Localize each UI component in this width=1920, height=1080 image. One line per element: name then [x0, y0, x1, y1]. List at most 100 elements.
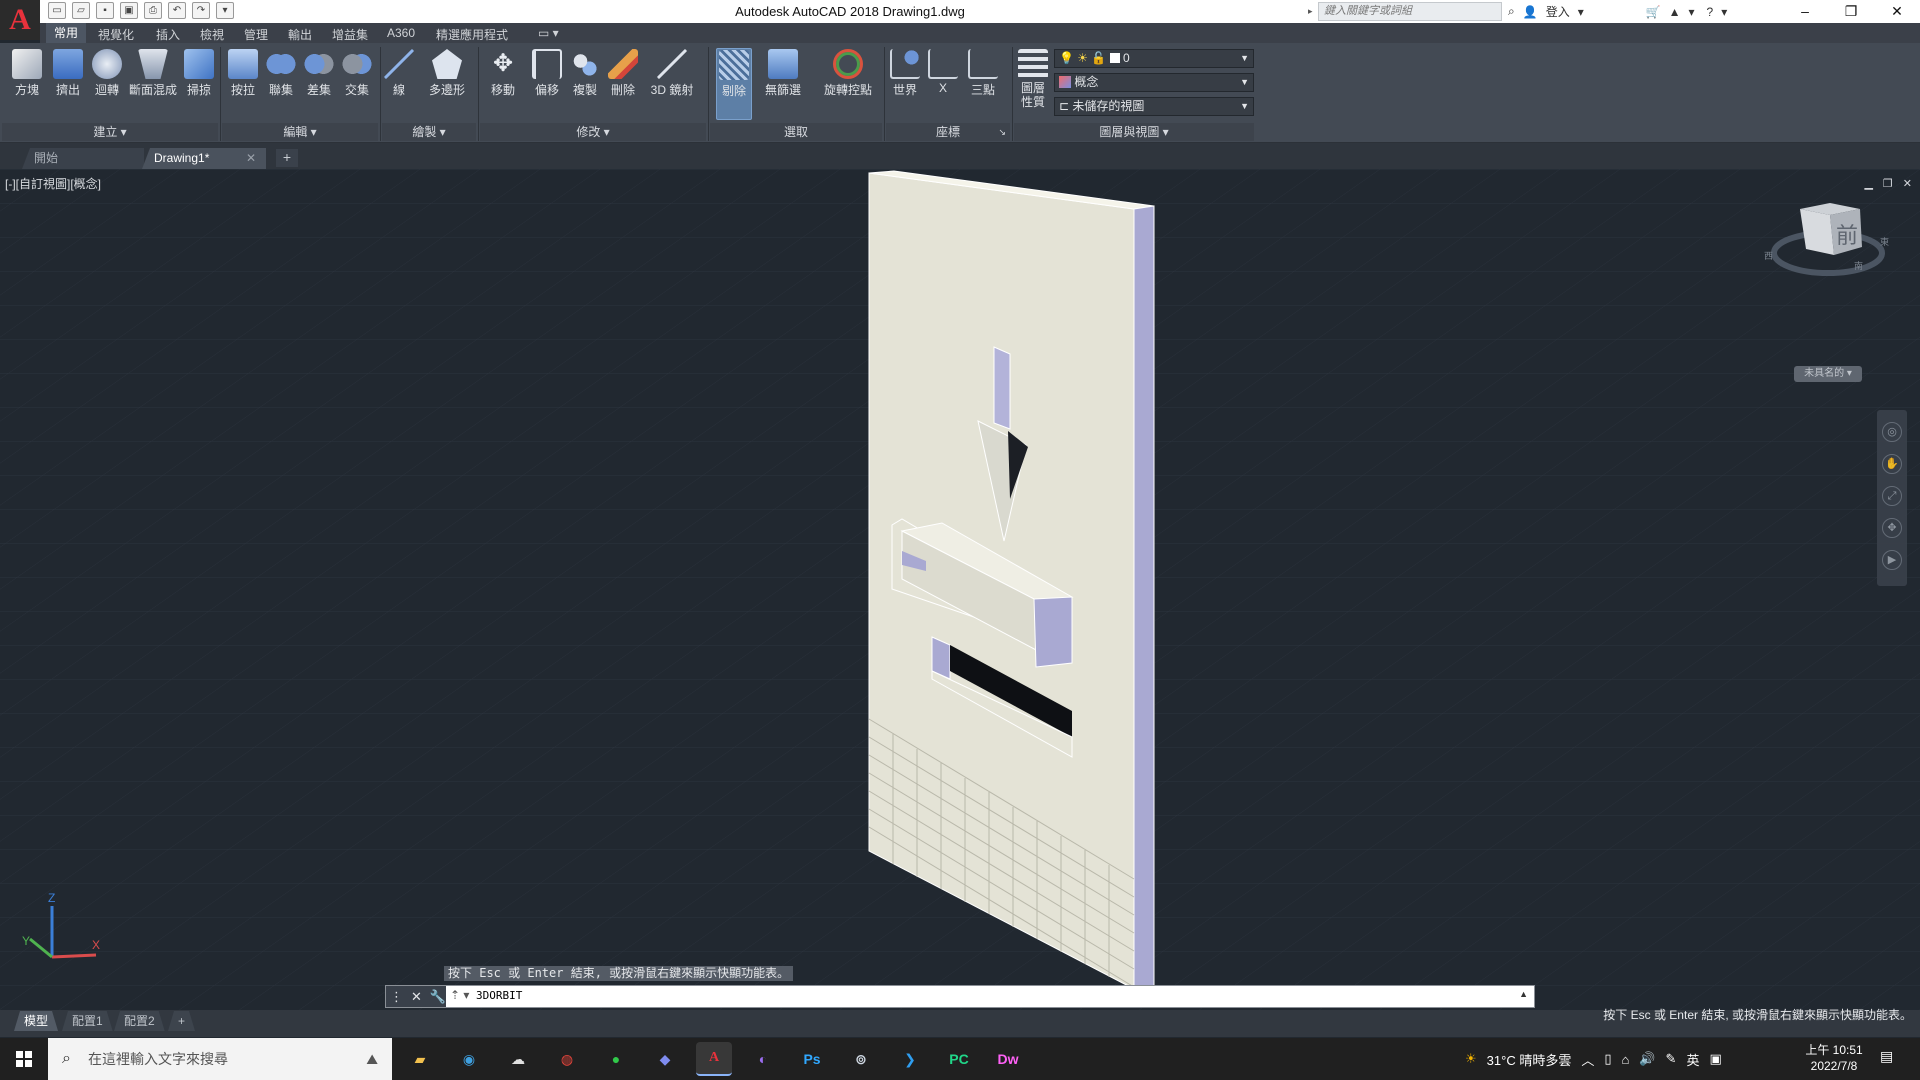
discord-icon[interactable]: ◆ [647, 1042, 683, 1076]
edge-icon[interactable]: ◉ [451, 1042, 487, 1076]
close-tab-icon[interactable]: ✕ [246, 148, 256, 168]
draw-panel-title[interactable]: 繪製 ▾ [382, 123, 476, 141]
layer-properties-button[interactable]: 圖層 性質 [1016, 49, 1050, 109]
tab-a360[interactable]: A360 [387, 26, 415, 40]
tab-home[interactable]: 常用 [46, 23, 87, 43]
tab-view[interactable]: 檢視 [200, 26, 224, 43]
ribbon-minimize-icon[interactable]: ▭ ▾ [538, 26, 559, 40]
help-dropdown-icon[interactable]: ▾ [1721, 5, 1727, 19]
ime-indicator[interactable]: 英 [1686, 1050, 1699, 1069]
signin-label[interactable]: 登入 [1546, 3, 1570, 20]
tab-insert[interactable]: 插入 [156, 26, 180, 43]
close-icon[interactable]: ✕ [1874, 0, 1920, 23]
add-layout-button[interactable]: + [168, 1011, 195, 1031]
tab-start[interactable]: 開始 [22, 148, 144, 169]
loft-button[interactable]: 斷面混成 [128, 49, 178, 98]
cart-icon[interactable]: 🛒 [1646, 5, 1661, 19]
drawing-viewport[interactable]: Z X Y 前 西 南 東 [-][自訂視圖][概念] ▁ ❐ ✕ 未具名的 ▾ [0, 169, 1920, 1015]
presspull-button[interactable]: 按拉 [226, 49, 260, 98]
tab-layout1[interactable]: 配置1 [62, 1011, 113, 1031]
new-tab-button[interactable]: + [276, 149, 298, 167]
no-filter-button[interactable]: 無篩選 [762, 49, 804, 98]
a360-icon[interactable]: ▲ [1669, 5, 1681, 19]
tab-manage[interactable]: 管理 [244, 26, 268, 43]
zoom-icon[interactable]: ⤢ [1882, 486, 1902, 506]
grip-icon[interactable]: ⋮ [390, 986, 403, 1007]
vp-close-icon[interactable]: ✕ [1903, 177, 1912, 190]
pan-icon[interactable]: ✋ [1882, 454, 1902, 474]
edit-panel-title[interactable]: 編輯 ▾ [222, 123, 378, 141]
copy-button[interactable]: 複製 [568, 49, 602, 98]
mirror3d-button[interactable]: 3D 鏡射 [648, 49, 696, 98]
pycharm-icon[interactable]: PC [941, 1042, 977, 1076]
command-input[interactable]: 3DORBIT [476, 989, 522, 1002]
box-button[interactable]: 方塊 [10, 49, 44, 98]
volume-icon[interactable]: 🔊 [1639, 1051, 1655, 1067]
layer-dropdown[interactable]: 💡 ☀ 🔓 0 ▼ [1054, 49, 1254, 68]
union-button[interactable]: 聯集 [264, 49, 298, 98]
autocad-taskbar-icon[interactable]: A [696, 1042, 732, 1076]
tab-visualize[interactable]: 視覺化 [98, 26, 134, 43]
a360-dropdown-icon[interactable]: ▾ [1689, 5, 1699, 19]
customize-wrench-icon[interactable]: 🔧 [430, 986, 446, 1007]
vscode-icon[interactable]: ❯ [892, 1042, 928, 1076]
help-icon[interactable]: ? [1707, 5, 1714, 19]
ucs-x-button[interactable]: X [926, 49, 960, 95]
vp-restore-icon[interactable]: ❐ [1883, 177, 1893, 190]
binoculars-icon[interactable]: ⌕ [1508, 4, 1515, 19]
tab-addins[interactable]: 增益集 [332, 26, 368, 43]
extrude-button[interactable]: 擠出 [51, 49, 85, 98]
revolve-button[interactable]: 迴轉 [90, 49, 124, 98]
layers-panel-title[interactable]: 圖層與視圖 ▾ [1014, 123, 1254, 141]
line-button[interactable]: 線 [384, 49, 414, 98]
subtract-button[interactable]: 差集 [302, 49, 336, 98]
taskbar-search-input[interactable]: ⌕ 在這裡輸入文字來搜尋 ⛰ [48, 1038, 392, 1080]
steam-icon[interactable]: ⊚ [843, 1042, 879, 1076]
steering-wheel-icon[interactable]: ◎ [1882, 422, 1902, 442]
view-dropdown[interactable]: ⊏ 未儲存的視圖 ▼ [1054, 97, 1254, 116]
pen-icon[interactable]: ✎ [1666, 1051, 1677, 1067]
sweep-button[interactable]: 掃掠 [182, 49, 216, 98]
dreamweaver-icon[interactable]: Dw [990, 1042, 1026, 1076]
chrome-icon[interactable]: ◍ [549, 1042, 585, 1076]
minimize-icon[interactable]: – [1782, 0, 1828, 23]
selection-panel-title[interactable]: 選取 [710, 123, 882, 141]
tab-layout2[interactable]: 配置2 [114, 1011, 165, 1031]
tab-featured-apps[interactable]: 精選應用程式 [436, 26, 508, 43]
weather-icon[interactable]: ☀ [1465, 1051, 1477, 1067]
coordinates-panel-title[interactable]: 座標 ↘ [886, 123, 1010, 141]
tab-output[interactable]: 輸出 [288, 26, 312, 43]
ucs-3point-button[interactable]: 三點 [966, 49, 1000, 98]
viewport-controls-label[interactable]: [-][自訂視圖][概念] [5, 175, 101, 192]
move-button[interactable]: ✥ 移動 [486, 49, 520, 98]
search-collapse-icon[interactable]: ▸ [1308, 2, 1318, 21]
panel-launcher-icon[interactable]: ↘ [998, 123, 1006, 141]
photoshop-icon[interactable]: Ps [794, 1042, 830, 1076]
github-icon[interactable]: ◐ [745, 1042, 781, 1076]
clock[interactable]: 上午 10:51 2022/7/8 [1784, 1042, 1884, 1074]
polygon-button[interactable]: 多邊形 [426, 49, 468, 98]
start-button[interactable] [0, 1038, 48, 1080]
close-command-icon[interactable]: ✕ [411, 986, 422, 1007]
orbit-icon[interactable]: ✥ [1882, 518, 1902, 538]
command-line[interactable]: ⋮ ✕ 🔧 ⇡ ▾ 3DORBIT ▲ [385, 985, 1535, 1008]
file-explorer-icon[interactable]: ▰ [402, 1042, 438, 1076]
ucs-world-button[interactable]: 世界 [888, 49, 922, 98]
recent-commands-icon[interactable]: ⇡ ▾ [450, 988, 469, 1002]
battery-icon[interactable]: ▯ [1604, 1051, 1611, 1067]
tab-model[interactable]: 模型 [14, 1011, 58, 1031]
model-canvas[interactable]: Z X Y 前 西 南 東 [0, 169, 1920, 1015]
offset-button[interactable]: 偏移 [530, 49, 564, 98]
culling-button[interactable]: 剔除 [716, 48, 752, 120]
line-icon[interactable]: ● [598, 1042, 634, 1076]
intersect-button[interactable]: 交集 [340, 49, 374, 98]
ucs-menu-dropdown[interactable]: 未具名的 ▾ [1794, 366, 1862, 382]
signin-dropdown-icon[interactable]: ▾ [1578, 5, 1638, 19]
gizmo-button[interactable]: 旋轉控點 [820, 49, 876, 98]
network-icon[interactable]: ⌂ [1622, 1052, 1630, 1067]
erase-button[interactable]: 刪除 [606, 49, 640, 98]
stack-app-icon[interactable]: ☁ [500, 1042, 536, 1076]
vp-minimize-icon[interactable]: ▁ [1864, 177, 1872, 190]
expand-history-icon[interactable]: ▲ [1519, 989, 1528, 999]
ime-mode-icon[interactable]: ▣ [1709, 1051, 1721, 1067]
